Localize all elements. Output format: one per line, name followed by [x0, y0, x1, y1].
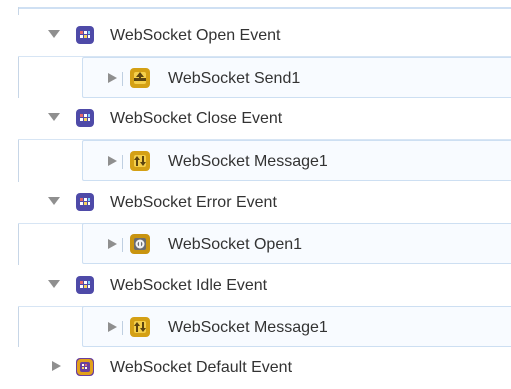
tree-row-label: WebSocket Open1	[168, 236, 303, 253]
tree-row-divider	[122, 72, 123, 86]
tree-row-label: WebSocket Message1	[168, 319, 328, 336]
tree-row-websocket-default-event[interactable]: WebSocket Default Event	[18, 347, 511, 389]
websocket-open-icon	[130, 234, 150, 254]
websocket-event-icon	[76, 26, 94, 44]
websocket-message-icon	[130, 151, 150, 171]
expanded-toggle-icon[interactable]	[47, 194, 61, 208]
tree-row-websocket-error-event[interactable]: WebSocket Error Event	[18, 182, 511, 224]
tree-row-divider	[122, 321, 123, 335]
websocket-event-icon	[76, 193, 94, 211]
collapsed-toggle-icon[interactable]	[105, 320, 119, 334]
websocket-message-icon	[130, 317, 150, 337]
tree-row-websocket-message1[interactable]: WebSocket Message1	[82, 140, 511, 181]
websocket-default-event-icon	[76, 358, 94, 376]
expanded-toggle-icon[interactable]	[47, 277, 61, 291]
collapsed-toggle-icon[interactable]	[105, 237, 119, 251]
tree-row-label: WebSocket Error Event	[110, 194, 277, 211]
tree-row-websocket-send1[interactable]: WebSocket Send1	[82, 57, 511, 98]
tree-row-websocket-open1[interactable]: WebSocket Open1	[82, 223, 511, 264]
collapsed-toggle-icon[interactable]	[49, 359, 63, 373]
websocket-event-icon	[76, 109, 94, 127]
tree-row-websocket-close-event[interactable]: WebSocket Close Event	[18, 98, 511, 140]
tree-row-label: WebSocket Send1	[168, 70, 301, 87]
tree-row-divider	[122, 238, 123, 252]
tree-row-websocket-idle-event[interactable]: WebSocket Idle Event	[18, 265, 511, 307]
websocket-event-icon	[76, 276, 94, 294]
tree-top-border	[18, 7, 511, 9]
tree-row-label: WebSocket Default Event	[110, 359, 293, 376]
expanded-toggle-icon[interactable]	[47, 110, 61, 124]
tree-row-websocket-open-event[interactable]: WebSocket Open Event	[18, 15, 511, 57]
tree-row-divider	[122, 155, 123, 169]
collapsed-toggle-icon[interactable]	[105, 154, 119, 168]
tree-row-label: WebSocket Message1	[168, 153, 328, 170]
expanded-toggle-icon[interactable]	[47, 27, 61, 41]
collapsed-toggle-icon[interactable]	[105, 71, 119, 85]
tree-row-label: WebSocket Idle Event	[110, 277, 268, 294]
websocket-send-icon	[130, 68, 150, 88]
tree-row-label: WebSocket Close Event	[110, 110, 283, 127]
tree-row-label: WebSocket Open Event	[110, 27, 281, 44]
tree-row-websocket-message1[interactable]: WebSocket Message1	[82, 306, 511, 347]
websocket-events-tree: WebSocket Open Event WebSocket Send1 Web…	[0, 0, 511, 389]
